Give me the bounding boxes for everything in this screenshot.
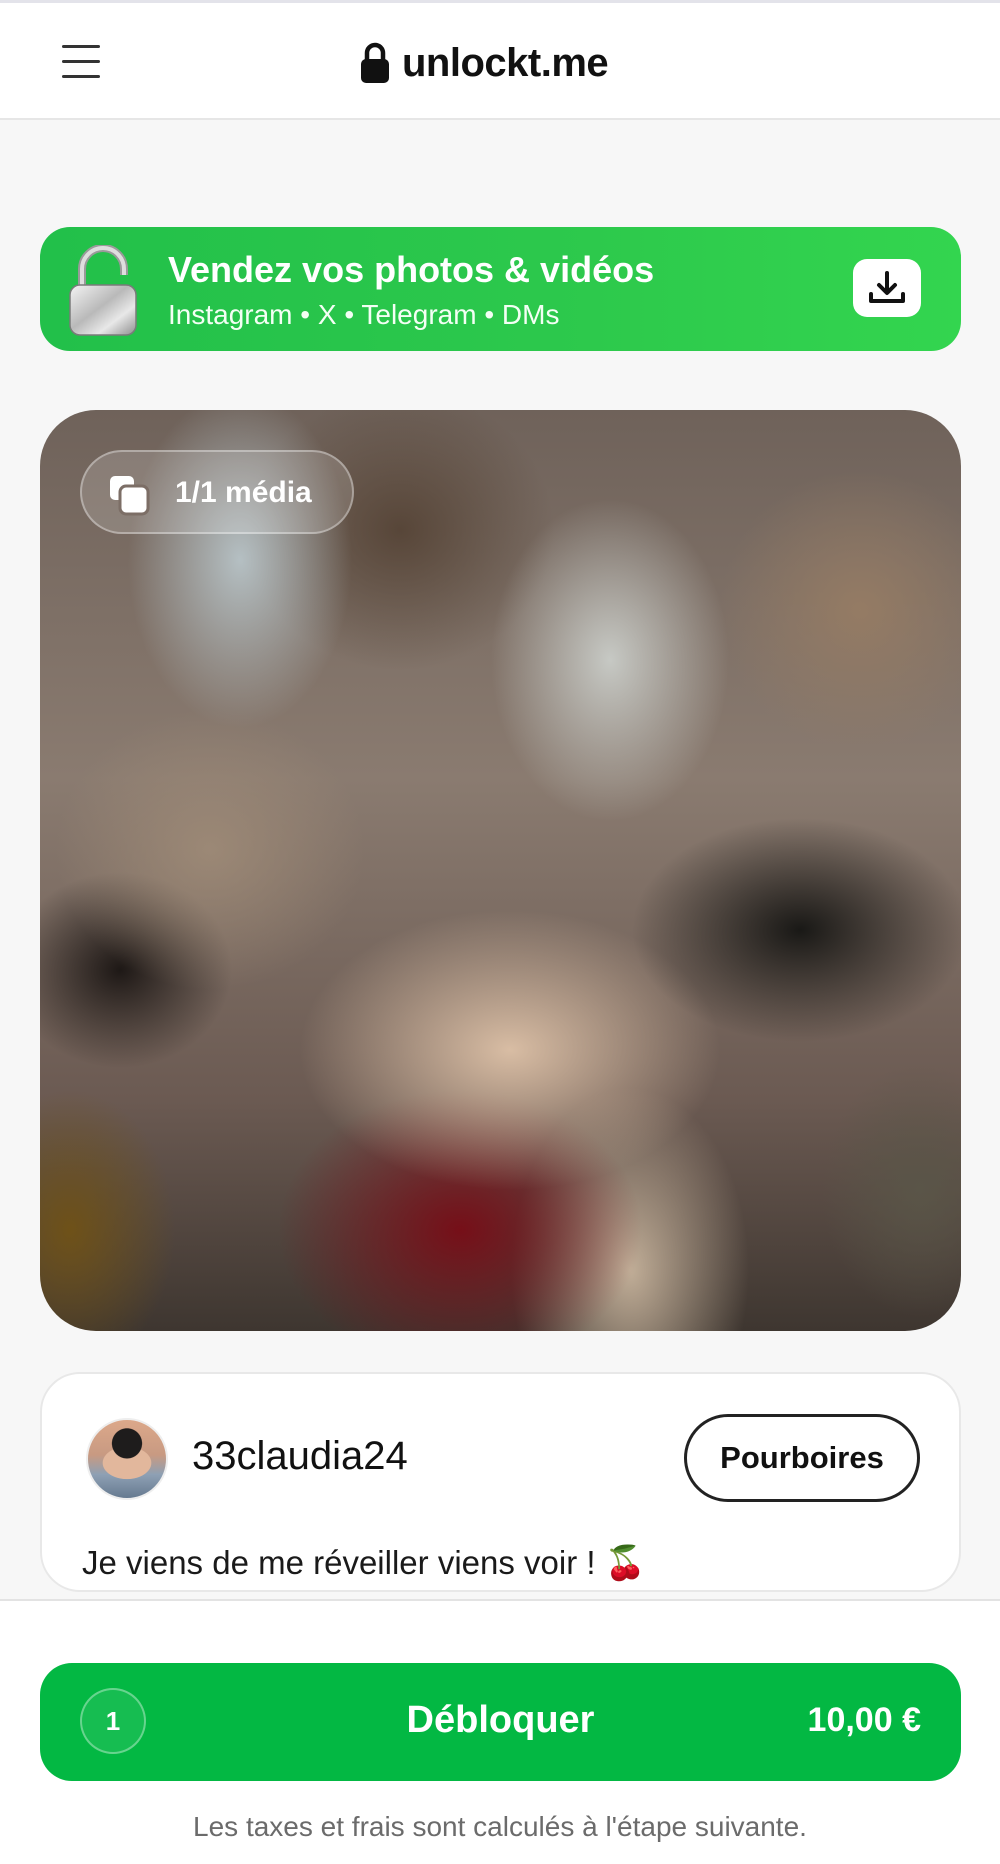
- unlock-price: 10,00 €: [807, 1701, 921, 1739]
- avatar[interactable]: [86, 1418, 168, 1500]
- app-header: unlockt.me: [0, 3, 1000, 120]
- creator-username[interactable]: 33claudia24: [192, 1434, 408, 1479]
- tax-note: Les taxes et frais sont calculés à l'éta…: [193, 1811, 807, 1842]
- brand-name: unlockt.me: [402, 40, 609, 85]
- tips-button[interactable]: Pourboires: [684, 1414, 920, 1502]
- post-card: 33claudia24 Pourboires Je viens de me ré…: [40, 1372, 961, 1592]
- unlock-button[interactable]: 1 Débloquer 10,00 €: [40, 1663, 961, 1781]
- promo-title: Vendez vos photos & vidéos: [168, 249, 655, 290]
- post-caption: Je viens de me réveiller viens voir ! 🍒: [82, 1544, 646, 1581]
- media-stack-icon: [110, 476, 150, 516]
- open-padlock-icon: [69, 245, 137, 336]
- download-icon: [869, 271, 905, 303]
- promo-subtitle: Instagram • X • Telegram • DMs: [168, 299, 560, 330]
- hamburger-menu-icon[interactable]: [62, 43, 102, 79]
- sell-promo-banner[interactable]: Vendez vos photos & vidéos Instagram • X…: [40, 227, 961, 351]
- lock-icon: [361, 42, 389, 83]
- media-count-label: 1/1 média: [175, 476, 312, 509]
- brand-logo[interactable]: unlockt.me: [360, 38, 609, 88]
- blurred-media-preview[interactable]: 1/1 média: [40, 410, 961, 1331]
- download-button[interactable]: [853, 259, 921, 317]
- media-count-badge: 1/1 média: [80, 450, 354, 534]
- purchase-bar: 1 Débloquer 10,00 € Les taxes et frais s…: [0, 1599, 1000, 1864]
